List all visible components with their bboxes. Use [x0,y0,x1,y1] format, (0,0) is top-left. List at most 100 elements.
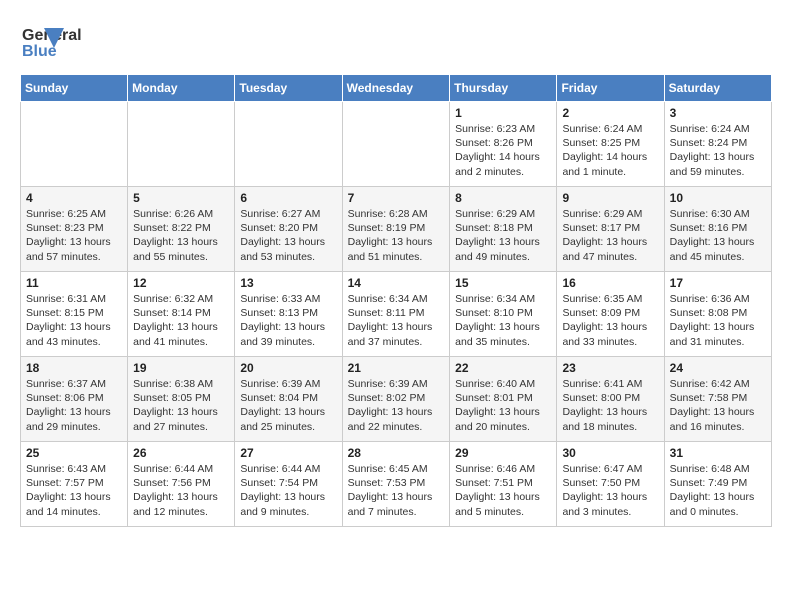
day-number: 26 [133,446,229,460]
calendar-day-cell: 12Sunrise: 6:32 AM Sunset: 8:14 PM Dayli… [128,272,235,357]
calendar-day-cell: 13Sunrise: 6:33 AM Sunset: 8:13 PM Dayli… [235,272,342,357]
calendar-body: 1Sunrise: 6:23 AM Sunset: 8:26 PM Daylig… [21,102,772,527]
day-number: 6 [240,191,336,205]
day-number: 1 [455,106,551,120]
calendar-day-cell: 14 Sunrise: 6:34 AM Sunset: 8:11 PM Dayli… [342,272,450,357]
day-number: 17 [670,276,766,290]
calendar-day-cell: 31 Sunrise: 6:48 AM Sunset: 7:49 PM Dayli… [664,442,771,527]
day-info: Sunrise: 6:25 AM Sunset: 8:23 PM Dayligh… [26,207,122,264]
day-info: Sunrise: 6:44 AM Sunset: 7:56 PM Dayligh… [133,462,229,519]
calendar-day-cell: 20 Sunrise: 6:39 AM Sunset: 8:04 PM Dayli… [235,357,342,442]
calendar-day-cell: 15 Sunrise: 6:34 AM Sunset: 8:10 PM Dayli… [450,272,557,357]
weekday-header-cell: Tuesday [235,75,342,102]
calendar-day-cell [235,102,342,187]
weekday-header-cell: Monday [128,75,235,102]
day-number: 15 [455,276,551,290]
day-info: Sunrise: 6:31 AM Sunset: 8:15 PM Dayligh… [26,292,122,349]
day-number: 28 [348,446,445,460]
day-info: Sunrise: 6:39 AM Sunset: 8:04 PM Dayligh… [240,377,336,434]
calendar-table: SundayMondayTuesdayWednesdayThursdayFrid… [20,74,772,527]
calendar-day-cell: 5Sunrise: 6:26 AM Sunset: 8:22 PM Daylig… [128,187,235,272]
day-info: Sunrise: 6:47 AM Sunset: 7:50 PM Dayligh… [562,462,658,519]
day-info: Sunrise: 6:34 AM Sunset: 8:11 PM Dayligh… [348,292,445,349]
calendar-day-cell: 7 Sunrise: 6:28 AM Sunset: 8:19 PM Daylig… [342,187,450,272]
calendar-day-cell: 23 Sunrise: 6:41 AM Sunset: 8:00 PM Dayli… [557,357,664,442]
calendar-day-cell: 1Sunrise: 6:23 AM Sunset: 8:26 PM Daylig… [450,102,557,187]
day-info: Sunrise: 6:37 AM Sunset: 8:06 PM Dayligh… [26,377,122,434]
page-header: General Blue [20,20,772,64]
weekday-header-cell: Saturday [664,75,771,102]
day-info: Sunrise: 6:36 AM Sunset: 8:08 PM Dayligh… [670,292,766,349]
calendar-day-cell: 27 Sunrise: 6:44 AM Sunset: 7:54 PM Dayli… [235,442,342,527]
calendar-week-row: 4 Sunrise: 6:25 AM Sunset: 8:23 PM Daylig… [21,187,772,272]
calendar-week-row: 11 Sunrise: 6:31 AM Sunset: 8:15 PM Dayli… [21,272,772,357]
calendar-day-cell: 3 Sunrise: 6:24 AM Sunset: 8:24 PM Daylig… [664,102,771,187]
day-info: Sunrise: 6:29 AM Sunset: 8:18 PM Dayligh… [455,207,551,264]
calendar-day-cell: 22 Sunrise: 6:40 AM Sunset: 8:01 PM Dayli… [450,357,557,442]
calendar-week-row: 25 Sunrise: 6:43 AM Sunset: 7:57 PM Dayli… [21,442,772,527]
day-info: Sunrise: 6:43 AM Sunset: 7:57 PM Dayligh… [26,462,122,519]
calendar-day-cell: 10 Sunrise: 6:30 AM Sunset: 8:16 PM Dayli… [664,187,771,272]
calendar-day-cell [342,102,450,187]
day-info: Sunrise: 6:40 AM Sunset: 8:01 PM Dayligh… [455,377,551,434]
calendar-day-cell [128,102,235,187]
day-number: 14 [348,276,445,290]
calendar-day-cell: 29 Sunrise: 6:46 AM Sunset: 7:51 PM Dayli… [450,442,557,527]
day-info: Sunrise: 6:38 AM Sunset: 8:05 PM Dayligh… [133,377,229,434]
logo: General Blue [20,20,120,64]
calendar-day-cell: 19Sunrise: 6:38 AM Sunset: 8:05 PM Dayli… [128,357,235,442]
day-number: 27 [240,446,336,460]
day-number: 8 [455,191,551,205]
svg-text:Blue: Blue [22,43,57,60]
day-number: 16 [562,276,658,290]
day-info: Sunrise: 6:29 AM Sunset: 8:17 PM Dayligh… [562,207,658,264]
day-info: Sunrise: 6:41 AM Sunset: 8:00 PM Dayligh… [562,377,658,434]
day-number: 23 [562,361,658,375]
logo-icon: General Blue [20,20,64,64]
calendar-day-cell: 21Sunrise: 6:39 AM Sunset: 8:02 PM Dayli… [342,357,450,442]
calendar-day-cell: 24 Sunrise: 6:42 AM Sunset: 7:58 PM Dayli… [664,357,771,442]
day-info: Sunrise: 6:35 AM Sunset: 8:09 PM Dayligh… [562,292,658,349]
day-info: Sunrise: 6:30 AM Sunset: 8:16 PM Dayligh… [670,207,766,264]
weekday-header-cell: Sunday [21,75,128,102]
calendar-day-cell: 28Sunrise: 6:45 AM Sunset: 7:53 PM Dayli… [342,442,450,527]
calendar-day-cell: 30 Sunrise: 6:47 AM Sunset: 7:50 PM Dayli… [557,442,664,527]
calendar-week-row: 18 Sunrise: 6:37 AM Sunset: 8:06 PM Dayli… [21,357,772,442]
day-number: 21 [348,361,445,375]
day-info: Sunrise: 6:24 AM Sunset: 8:24 PM Dayligh… [670,122,766,179]
day-number: 20 [240,361,336,375]
calendar-day-cell: 8 Sunrise: 6:29 AM Sunset: 8:18 PM Daylig… [450,187,557,272]
day-info: Sunrise: 6:46 AM Sunset: 7:51 PM Dayligh… [455,462,551,519]
day-info: Sunrise: 6:24 AM Sunset: 8:25 PM Dayligh… [562,122,658,179]
day-info: Sunrise: 6:48 AM Sunset: 7:49 PM Dayligh… [670,462,766,519]
day-number: 11 [26,276,122,290]
day-number: 24 [670,361,766,375]
day-number: 18 [26,361,122,375]
day-number: 10 [670,191,766,205]
day-info: Sunrise: 6:28 AM Sunset: 8:19 PM Dayligh… [348,207,445,264]
day-number: 3 [670,106,766,120]
day-info: Sunrise: 6:34 AM Sunset: 8:10 PM Dayligh… [455,292,551,349]
day-number: 29 [455,446,551,460]
day-number: 2 [562,106,658,120]
day-number: 30 [562,446,658,460]
day-number: 9 [562,191,658,205]
day-info: Sunrise: 6:32 AM Sunset: 8:14 PM Dayligh… [133,292,229,349]
day-info: Sunrise: 6:27 AM Sunset: 8:20 PM Dayligh… [240,207,336,264]
day-info: Sunrise: 6:26 AM Sunset: 8:22 PM Dayligh… [133,207,229,264]
calendar-day-cell [21,102,128,187]
calendar-day-cell: 6 Sunrise: 6:27 AM Sunset: 8:20 PM Daylig… [235,187,342,272]
day-info: Sunrise: 6:42 AM Sunset: 7:58 PM Dayligh… [670,377,766,434]
day-number: 4 [26,191,122,205]
day-number: 25 [26,446,122,460]
calendar-day-cell: 18 Sunrise: 6:37 AM Sunset: 8:06 PM Dayli… [21,357,128,442]
calendar-day-cell: 9 Sunrise: 6:29 AM Sunset: 8:17 PM Daylig… [557,187,664,272]
calendar-day-cell: 25 Sunrise: 6:43 AM Sunset: 7:57 PM Dayli… [21,442,128,527]
calendar-day-cell: 17 Sunrise: 6:36 AM Sunset: 8:08 PM Dayli… [664,272,771,357]
day-number: 7 [348,191,445,205]
day-number: 22 [455,361,551,375]
calendar-day-cell: 16 Sunrise: 6:35 AM Sunset: 8:09 PM Dayli… [557,272,664,357]
day-number: 31 [670,446,766,460]
calendar-day-cell: 2 Sunrise: 6:24 AM Sunset: 8:25 PM Daylig… [557,102,664,187]
day-info: Sunrise: 6:44 AM Sunset: 7:54 PM Dayligh… [240,462,336,519]
